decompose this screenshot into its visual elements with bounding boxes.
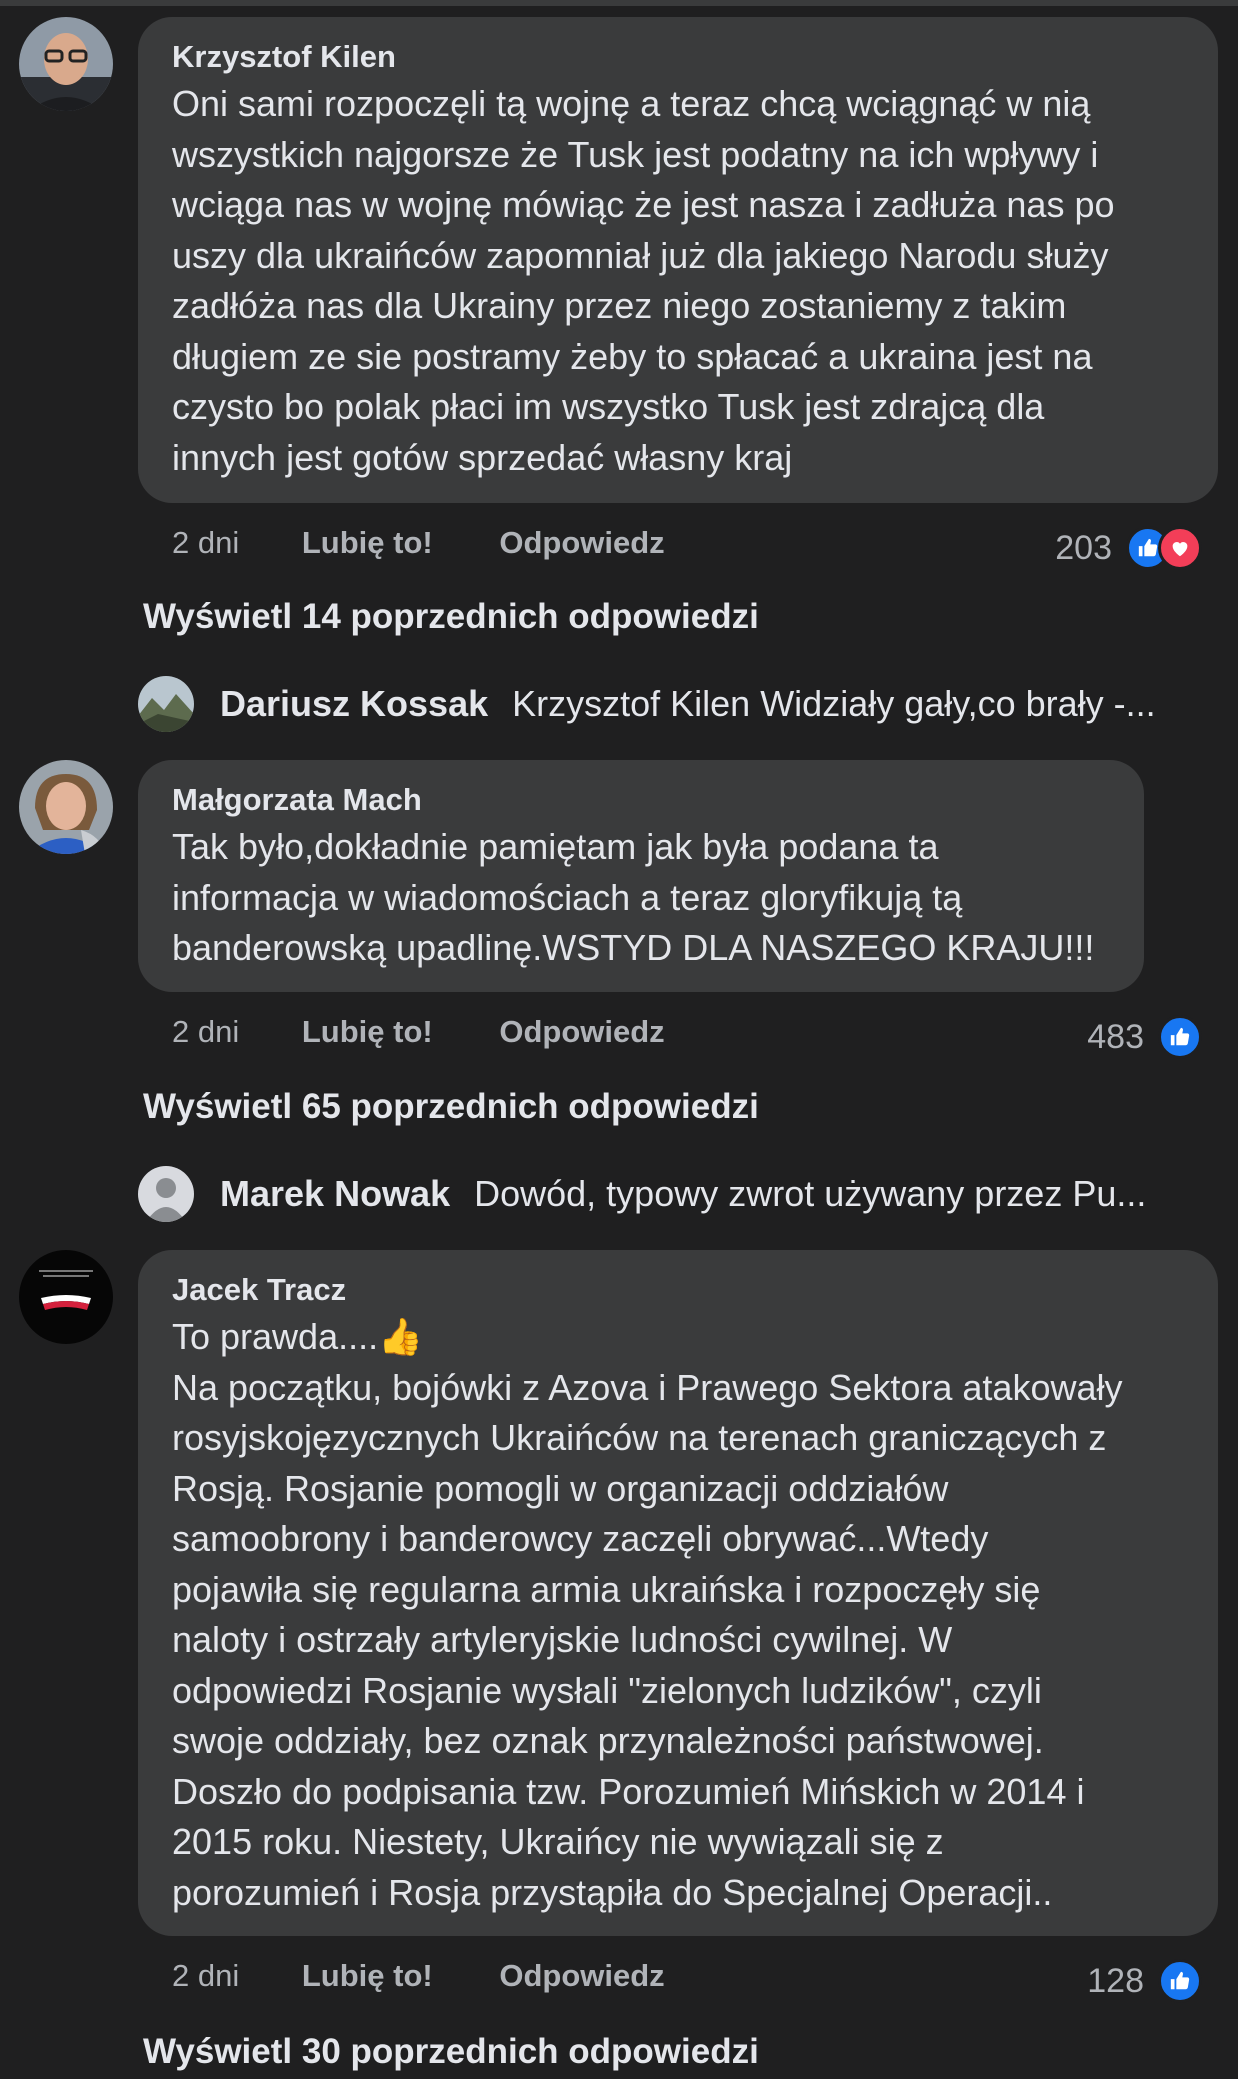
reaction-count: 483 <box>1087 1018 1144 1056</box>
reply-preview[interactable]: Marek Nowak Dowód, typowy zwrot używany … <box>138 1166 1146 1222</box>
reactions[interactable]: 128 <box>1087 1959 1202 2003</box>
avatar[interactable] <box>138 1166 194 1222</box>
top-divider <box>0 0 1238 6</box>
reply-text: Krzysztof Kilen Widziały gały,co brały -… <box>512 683 1156 724</box>
comment-text: To prawda....👍 Na początku, bojówki z Az… <box>172 1316 1123 1913</box>
like-button[interactable]: Lubię to! <box>302 1012 433 1052</box>
like-button[interactable]: Lubię to! <box>302 1956 433 1996</box>
comment-actions: 2 dni Lubię to! Odpowiedz <box>172 1012 665 1052</box>
reaction-count: 128 <box>1087 1962 1144 2000</box>
reactions[interactable]: 203 <box>1055 526 1202 570</box>
view-previous-replies[interactable]: Wyświetl 14 poprzednich odpowiedzi <box>143 597 759 637</box>
comment-author[interactable]: Małgorzata Mach <box>172 782 1110 818</box>
reactions[interactable]: 483 <box>1087 1015 1202 1059</box>
avatar[interactable] <box>19 1250 113 1344</box>
avatar[interactable] <box>19 17 113 111</box>
avatar[interactable] <box>138 676 194 732</box>
reply-button[interactable]: Odpowiedz <box>499 1956 664 1996</box>
love-icon <box>1158 526 1202 570</box>
comment-time[interactable]: 2 dni <box>172 1956 239 1996</box>
comment-time[interactable]: 2 dni <box>172 1012 239 1052</box>
reply-author[interactable]: Marek Nowak <box>220 1173 450 1215</box>
comment-time[interactable]: 2 dni <box>172 523 239 563</box>
comment-bubble: Jacek Tracz To prawda....👍 Na początku, … <box>138 1250 1218 1936</box>
view-previous-replies[interactable]: Wyświetl 30 poprzednich odpowiedzi <box>143 2032 759 2072</box>
comment-text: Oni sami rozpoczęli tą wojnę a teraz chc… <box>172 83 1115 478</box>
reply-button[interactable]: Odpowiedz <box>499 523 664 563</box>
comment-author[interactable]: Krzysztof Kilen <box>172 39 1184 75</box>
reply-preview[interactable]: Dariusz Kossak Krzysztof Kilen Widziały … <box>138 676 1156 732</box>
comment-actions: 2 dni Lubię to! Odpowiedz <box>172 1956 665 1996</box>
comment-bubble: Krzysztof Kilen Oni sami rozpoczęli tą w… <box>138 17 1218 503</box>
comment-text: Tak było,dokładnie pamiętam jak była pod… <box>172 826 1095 968</box>
reply-author[interactable]: Dariusz Kossak <box>220 683 488 725</box>
avatar[interactable] <box>19 760 113 854</box>
reply-button[interactable]: Odpowiedz <box>499 1012 664 1052</box>
reply-text: Dowód, typowy zwrot używany przez Pu... <box>474 1173 1147 1214</box>
like-icon <box>1158 1015 1202 1059</box>
comment-actions: 2 dni Lubię to! Odpowiedz <box>172 523 665 563</box>
reaction-count: 203 <box>1055 529 1112 567</box>
view-previous-replies[interactable]: Wyświetl 65 poprzednich odpowiedzi <box>143 1087 759 1127</box>
like-button[interactable]: Lubię to! <box>302 523 433 563</box>
comment-bubble: Małgorzata Mach Tak było,dokładnie pamię… <box>138 760 1144 992</box>
comment-author[interactable]: Jacek Tracz <box>172 1272 1184 1308</box>
like-icon <box>1158 1959 1202 2003</box>
